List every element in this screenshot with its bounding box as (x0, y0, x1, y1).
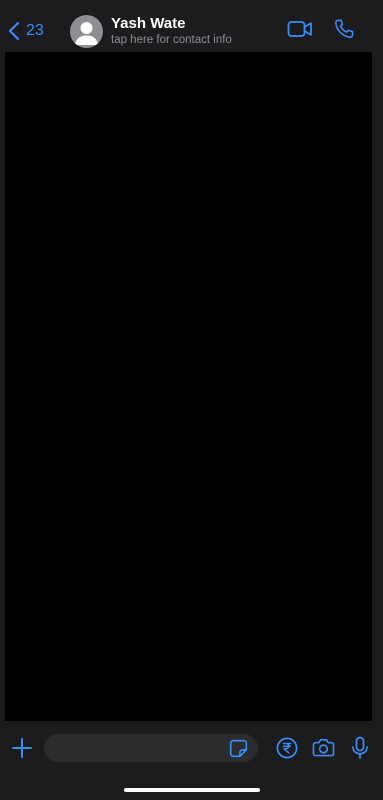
message-input[interactable] (44, 734, 258, 762)
sticker-icon (229, 739, 248, 758)
video-camera-icon (287, 21, 312, 37)
chat-header: 23 Yash Wate tap here for contact info (0, 0, 383, 50)
attach-button[interactable] (11, 737, 33, 759)
unread-count: 23 (26, 22, 44, 39)
camera-icon (312, 739, 335, 757)
payment-button[interactable] (276, 737, 298, 759)
message-composer (0, 722, 383, 800)
chevron-left-icon (8, 21, 20, 41)
plus-icon (12, 738, 32, 758)
message-list[interactable] (5, 52, 372, 721)
video-call-button[interactable] (287, 19, 313, 39)
voice-message-button[interactable] (351, 736, 369, 760)
chat-screen: 23 Yash Wate tap here for contact info (0, 0, 383, 800)
contact-name: Yash Wate (111, 15, 186, 32)
sticker-button[interactable] (229, 739, 248, 763)
contact-info[interactable]: Yash Wate tap here for contact info (111, 15, 271, 47)
microphone-icon (352, 736, 368, 759)
default-avatar-icon (74, 22, 99, 45)
phone-icon (334, 19, 354, 39)
rupee-icon (276, 737, 298, 759)
voice-call-button[interactable] (333, 18, 355, 40)
home-indicator (124, 788, 260, 792)
contact-subtitle: tap here for contact info (111, 34, 232, 46)
camera-button[interactable] (312, 737, 335, 758)
avatar[interactable] (70, 15, 103, 48)
back-button[interactable]: 23 (8, 16, 44, 46)
